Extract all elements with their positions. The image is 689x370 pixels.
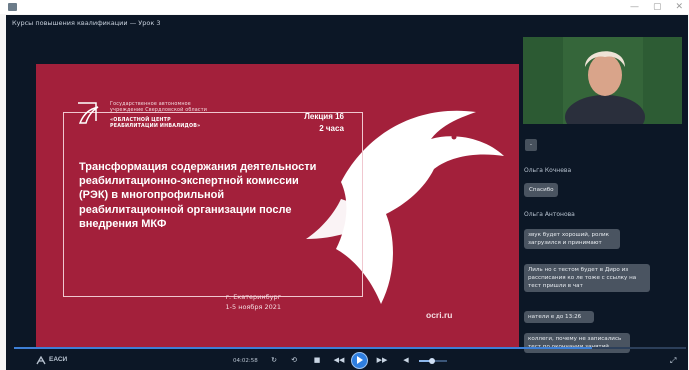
webcam-video	[523, 37, 682, 124]
chat-message: Спасибо	[524, 183, 558, 197]
maximize-button[interactable]: ▢	[653, 1, 662, 13]
slide-city: г. Екатеринбург	[225, 293, 281, 301]
speaker-image	[523, 37, 682, 124]
side-panel: - Ольга Кочнева Спасибо Ольга Антонова з…	[518, 35, 682, 355]
stop-button[interactable]: ■	[312, 355, 322, 366]
volume-slider[interactable]	[419, 358, 447, 364]
brand-icon	[36, 356, 46, 365]
presentation-slide: Государственное автономное учреждение Св…	[36, 64, 519, 347]
org-name-line: РЕАБИЛИТАЦИИ ИНВАЛИДОВ»	[110, 124, 201, 129]
progress-bar[interactable]	[14, 347, 686, 349]
chat-author: Ольга Кочнева	[524, 167, 572, 174]
org-name-line: Государственное автономное	[110, 102, 191, 107]
window-titlebar: — ▢ ✕	[0, 0, 689, 14]
slide-dates: 1-5 ноября 2021	[225, 303, 281, 311]
minimize-button[interactable]: —	[630, 1, 639, 13]
org-logo-icon	[78, 102, 99, 124]
rewind-button[interactable]: ◀◀	[332, 355, 346, 366]
app-icon	[8, 3, 17, 11]
time-display: 04:02:58	[233, 358, 258, 364]
forward-button[interactable]: ▶▶	[375, 355, 389, 366]
video-title: Курсы повышения квалификации — Урок 3	[12, 19, 161, 27]
chat-message: натели е до 13:26	[524, 311, 594, 323]
player-controls: ЕАСИ 04:02:58 ↻ ⟲ ■ ◀◀ ▶▶ ◀ ⤢	[6, 351, 688, 370]
chat-message: коллеги, почему не записались тест по ок…	[524, 333, 630, 353]
progress-fill	[14, 347, 592, 349]
play-button[interactable]	[351, 352, 368, 369]
volume-icon[interactable]: ◀	[401, 355, 411, 366]
video-player[interactable]: Курсы повышения квалификации — Урок 3 Го…	[6, 15, 688, 370]
app-window: — ▢ ✕ Курсы повышения квалификации — Уро…	[0, 0, 689, 370]
slide-title: Трансформация содержания деятельности ре…	[79, 161, 317, 230]
fullscreen-icon[interactable]: ⤢	[670, 356, 676, 366]
chat-message: звук будет хороший, ролик загрузился и п…	[524, 229, 620, 249]
org-name-line: учреждение Свердловской области	[110, 108, 208, 113]
replay-button[interactable]: ⟲	[288, 355, 300, 366]
lecture-number: Лекция 16	[304, 112, 344, 121]
speed-button[interactable]: ↻	[268, 355, 280, 366]
chat-message: Лиль но с тестом будет в Диро из расспис…	[524, 264, 650, 292]
window-controls: — ▢ ✕	[630, 1, 683, 13]
volume-knob[interactable]	[428, 358, 435, 364]
slide-website: ocri.ru	[426, 310, 453, 320]
org-name-line: «ОБЛАСТНОЙ ЦЕНТР	[110, 118, 171, 123]
chat-author: Ольга Антонова	[524, 211, 575, 218]
brand-name: ЕАСИ	[49, 356, 68, 363]
close-button[interactable]: ✕	[675, 1, 683, 13]
lecture-hours: 2 часа	[319, 124, 344, 133]
chat-pill-button[interactable]: -	[525, 139, 537, 151]
